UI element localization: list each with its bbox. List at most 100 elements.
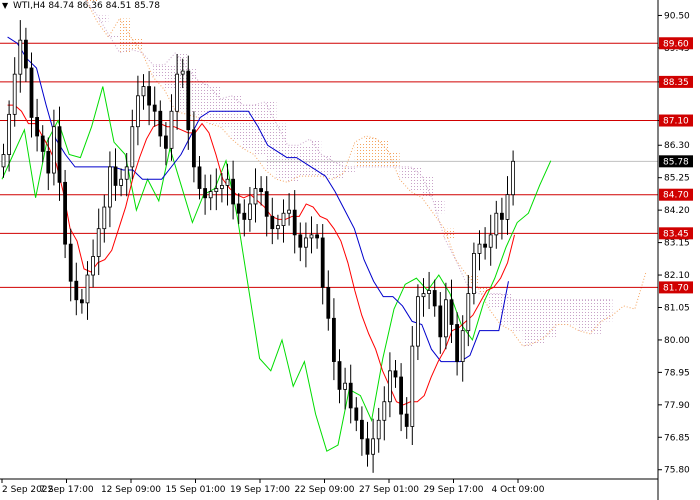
cloud-segment [343,166,355,174]
cloud-segment [354,142,366,167]
candle-body [483,243,488,248]
candle-body [499,212,504,220]
candle-body [119,178,123,186]
kijun-sen-line [7,36,509,363]
candle-body [320,237,325,288]
candle-body [247,203,252,220]
candle-body [488,234,493,248]
candle-body [46,151,51,174]
y-tick-label: 90.50 [664,11,690,21]
candle-body [113,166,118,186]
candle-body [40,135,45,152]
cloud-segment [601,299,613,322]
level-label: 87.10 [659,114,693,127]
cloud-segment [377,139,389,167]
level-label-text: 84.70 [663,191,689,201]
candle-body [443,299,448,338]
cloud-segment [153,64,165,78]
y-tick-label: 81.05 [664,303,690,313]
candle-body [108,166,112,208]
candle-body [421,293,426,298]
candle-body [270,215,275,230]
level-label: 83.45 [659,227,693,240]
candle-body [102,206,107,230]
x-tick-label: 15 Sep 01:00 [165,485,225,495]
low-value: 84.51 [105,1,132,11]
level-label: 88.35 [659,75,693,88]
cloud-segment [388,151,400,167]
level-label-text: 81.70 [663,283,689,293]
candle-body [68,243,73,282]
candle-body [7,113,11,155]
current-price-label-text: 85.78 [663,157,689,167]
candle-body [494,212,499,236]
chart-svg: 90.5089.4588.3587.1086.3085.2584.2083.15… [0,0,693,500]
candle-body [264,191,269,217]
candle-body [410,345,415,427]
candle-body [348,382,353,409]
cloud-segment [545,299,557,337]
ichimoku-cloud [85,0,647,347]
candle-body [315,234,320,239]
candle-body [29,67,34,118]
dropdown-triangle-icon[interactable]: ▼ [2,1,8,10]
cloud-segment [265,101,277,170]
candle-body [337,361,342,390]
close-value: 85.78 [134,1,160,11]
cloud-segment [108,33,120,38]
candle-body [141,86,146,97]
level-label-text: 87.10 [663,117,689,127]
candle-body [471,253,476,294]
candle-body [91,256,95,276]
x-tick-label: 12 Sep 09:00 [101,485,161,495]
x-tick-label: 7 Sep 17:00 [39,485,94,495]
candle-body [460,330,465,362]
candle-body [57,126,62,183]
level-label: 89.60 [659,37,693,50]
candle-body [404,413,409,427]
level-label-text: 88.35 [663,78,689,88]
level-label: 84.70 [659,188,693,201]
candle-body [432,290,437,307]
x-axis-ticks: 2 Sep 20227 Sep 17:00 12 Sep 09:00 15 Sep … [1,479,545,495]
candle-body [197,166,202,189]
candle-body [18,39,23,75]
candle-body [287,209,292,214]
cloud-segment [556,299,568,325]
candle-body [359,419,364,440]
candle-body [63,181,67,245]
candle-body [371,438,376,455]
candle-body [455,324,460,362]
candle-body [365,438,370,455]
candle-body [225,178,230,186]
candle-body [281,212,286,226]
candle-body [326,286,331,319]
candle-body [331,317,336,362]
cloud-segment [534,299,546,344]
candle-body [343,382,348,390]
cloud-segment [231,95,243,140]
candle-body [309,234,314,239]
candle-body [275,225,280,230]
cloud-segment [590,299,602,334]
candle-body [214,188,219,192]
cloud-segment [455,259,467,261]
x-tick-label: 29 Sep 17:00 [423,485,483,495]
candle-body [354,407,359,421]
candle-body [152,104,157,112]
candle-body [191,129,196,168]
level-label-text: 83.45 [663,229,689,239]
cloud-segment [366,135,378,167]
candle-body [96,228,101,257]
cloud-segment [489,293,501,310]
x-tick-label: 19 Sep 17:00 [230,485,290,495]
cloud-segment [522,299,534,347]
y-tick-label: 78.95 [664,368,690,378]
cloud-segment [142,52,154,54]
indicator-lines [1,36,552,452]
candle-body [292,209,297,236]
candle-body [23,39,28,69]
candle-body [203,188,208,199]
y-tick-label: 80.00 [664,336,690,346]
level-label-text: 89.60 [663,39,689,49]
